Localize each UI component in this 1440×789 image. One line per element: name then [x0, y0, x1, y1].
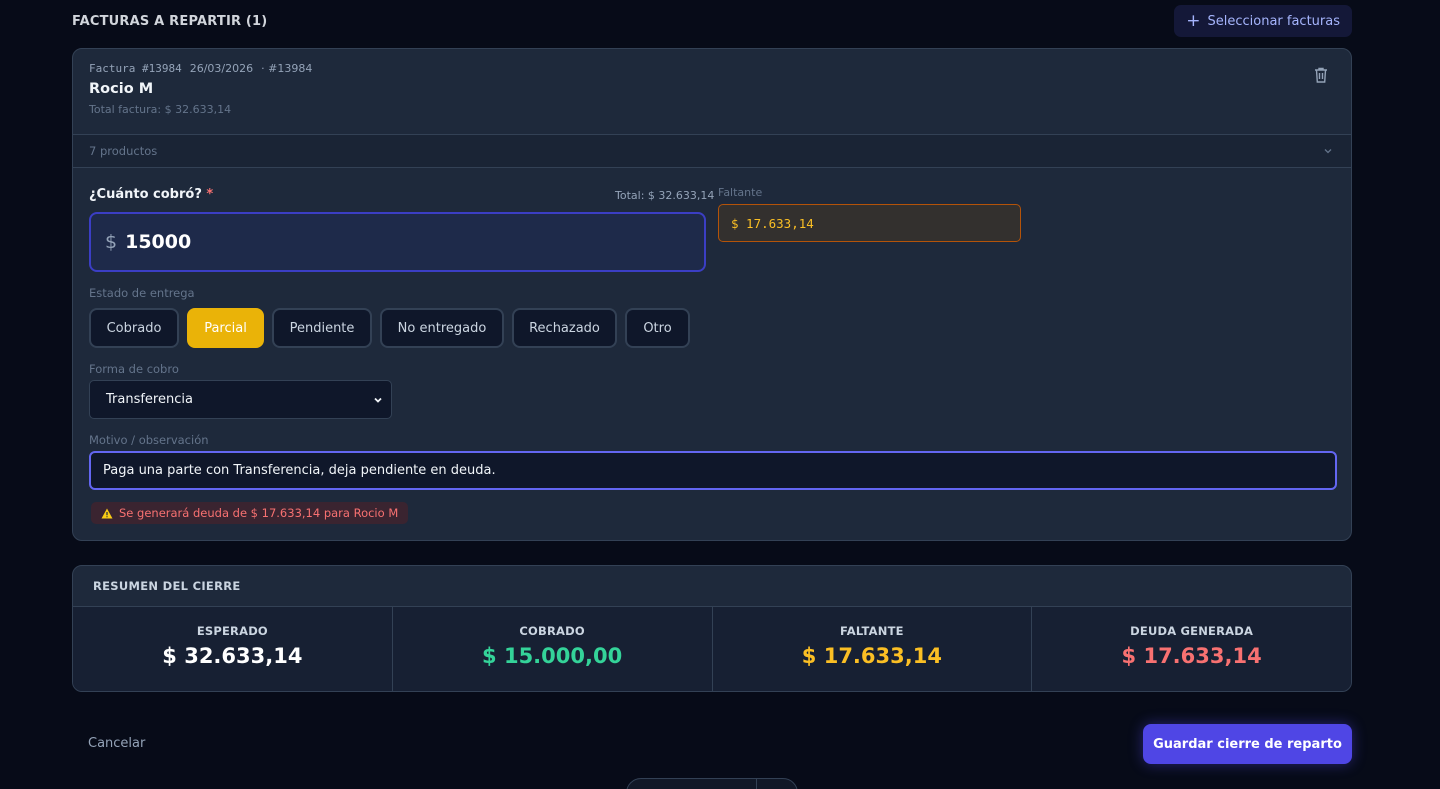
warning-icon [101, 508, 113, 518]
invoice-ref: · #13984 [261, 62, 313, 75]
invoice-total: Total factura: $ 32.633,14 [89, 103, 232, 116]
summary-esperado: ESPERADO $ 32.633,14 [73, 607, 393, 691]
trash-icon[interactable] [1313, 66, 1329, 84]
cancel-button[interactable]: Cancelar [88, 736, 145, 751]
amount-label-text: ¿Cuánto cobró? [89, 187, 202, 202]
delivery-state-group: Cobrado Parcial Pendiente No entregado R… [89, 308, 690, 348]
state-rechazado-button[interactable]: Rechazado [512, 308, 617, 348]
invoice-header: Factura #13984 26/03/2026 · #13984 Rocio… [73, 49, 1351, 134]
summary-caption: DEUDA GENERADA [1130, 624, 1254, 638]
summary-amount: $ 32.633,14 [162, 644, 303, 668]
select-invoices-button[interactable]: + Seleccionar facturas [1174, 5, 1352, 37]
products-toggle[interactable]: 7 productos [73, 134, 1351, 168]
summary-caption: ESPERADO [196, 624, 268, 638]
invoice-client: Rocio M [89, 81, 154, 97]
bottom-toolbar[interactable] [626, 778, 798, 789]
invoice-date: 26/03/2026 [189, 62, 254, 75]
plus-icon: + [1186, 10, 1201, 31]
summary-cobrado: COBRADO $ 15.000,00 [392, 607, 713, 691]
amount-input[interactable]: $ 15000 [89, 212, 706, 272]
delivery-state-label: Estado de entrega [89, 286, 195, 300]
reason-input[interactable]: Paga una parte con Transferencia, deja p… [89, 451, 1337, 490]
section-title: FACTURAS A REPARTIR (1) [72, 13, 268, 29]
state-no-entregado-button[interactable]: No entregado [380, 308, 504, 348]
invoice-meta: Factura #13984 26/03/2026 · #13984 [89, 62, 1335, 75]
debt-warning: Se generará deuda de $ 17.633,14 para Ro… [91, 502, 409, 524]
amount-label: ¿Cuánto cobró? * [89, 187, 213, 202]
toolbar-divider [756, 779, 757, 789]
payment-method-label: Forma de cobro [89, 362, 179, 376]
summary-deuda: DEUDA GENERADA $ 17.633,14 [1032, 607, 1351, 691]
save-closure-button[interactable]: Guardar cierre de reparto [1143, 724, 1352, 764]
summary-faltante: FALTANTE $ 17.633,14 [712, 607, 1033, 691]
summary-amount: $ 17.633,14 [1121, 644, 1262, 668]
debt-warning-text: Se generará deuda de $ 17.633,14 para Ro… [119, 506, 399, 520]
summary-title: RESUMEN DEL CIERRE [73, 566, 1351, 607]
faltante-label: Faltante [718, 186, 763, 199]
state-pendiente-button[interactable]: Pendiente [272, 308, 372, 348]
invoice-number: Factura #13984 [89, 62, 182, 75]
select-invoices-label: Seleccionar facturas [1207, 13, 1340, 29]
products-count: 7 productos [89, 144, 158, 158]
amount-value: 15000 [125, 231, 192, 253]
invoice-card: Factura #13984 26/03/2026 · #13984 Rocio… [72, 48, 1352, 541]
state-parcial-button[interactable]: Parcial [187, 308, 264, 348]
summary-card: RESUMEN DEL CIERRE ESPERADO $ 32.633,14 … [72, 565, 1352, 692]
state-cobrado-button[interactable]: Cobrado [89, 308, 179, 348]
currency-symbol: $ [105, 231, 118, 253]
required-mark: * [206, 187, 214, 202]
summary-caption: COBRADO [519, 624, 585, 638]
total-hint: Total: $ 32.633,14 [615, 189, 715, 202]
payment-method-value: Transferencia [106, 392, 193, 407]
summary-grid: ESPERADO $ 32.633,14 COBRADO $ 15.000,00… [73, 607, 1351, 691]
summary-amount: $ 17.633,14 [801, 644, 942, 668]
state-otro-button[interactable]: Otro [625, 308, 690, 348]
faltante-value: $ 17.633,14 [718, 204, 1021, 242]
payment-method-select[interactable]: Transferencia [89, 380, 392, 419]
chevron-down-icon [374, 397, 382, 403]
reason-label: Motivo / observación [89, 433, 209, 447]
summary-amount: $ 15.000,00 [482, 644, 623, 668]
summary-caption: FALTANTE [840, 624, 904, 638]
section-header: FACTURAS A REPARTIR (1) + Seleccionar fa… [72, 5, 1352, 37]
chevron-down-icon [1324, 149, 1332, 154]
